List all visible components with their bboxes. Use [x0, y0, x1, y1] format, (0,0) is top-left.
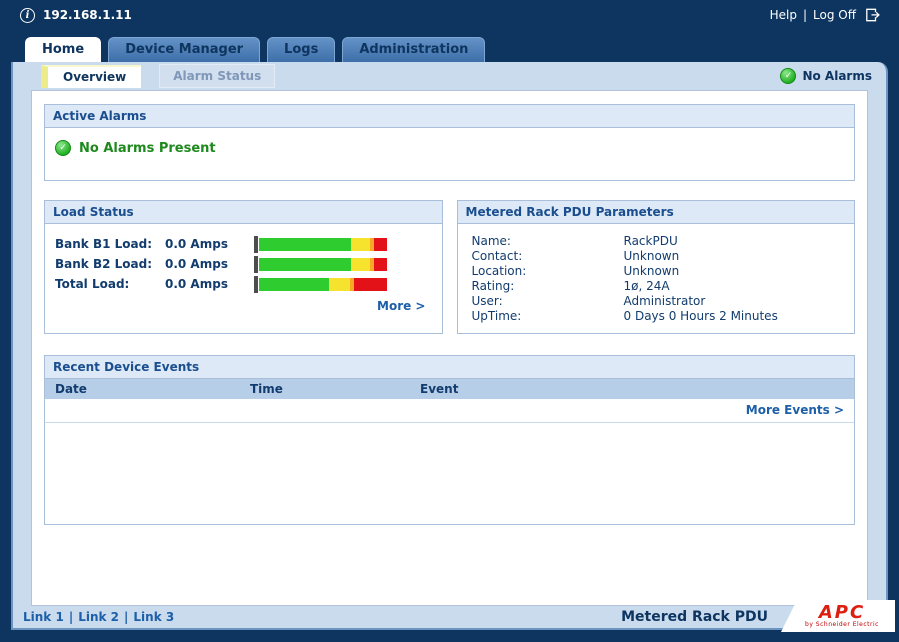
load-row-bank-b2: Bank B2 Load: 0.0 Amps	[55, 254, 432, 274]
footer-bar: Link 1 | Link 2 | Link 3 Metered Rack PD…	[13, 606, 886, 628]
param-label: Location:	[472, 264, 624, 278]
load-bar-segment	[259, 238, 351, 251]
param-row-uptime: UpTime: 0 Days 0 Hours 2 Minutes	[472, 308, 841, 323]
tab-administration[interactable]: Administration	[342, 37, 485, 62]
no-alarms-message: No Alarms Present	[79, 141, 216, 156]
load-status-title: Load Status	[45, 201, 442, 224]
load-status-more-link[interactable]: More >	[377, 299, 425, 313]
column-header-time: Time	[250, 382, 420, 396]
check-icon: ✓	[55, 140, 71, 156]
apc-logo: APC by Schneider Electric	[781, 600, 895, 632]
load-marker	[254, 256, 258, 273]
apc-wordmark: APC	[819, 605, 865, 621]
active-alarms-panel: Active Alarms ✓ No Alarms Present	[44, 104, 855, 181]
load-bar	[259, 238, 387, 251]
help-link[interactable]: Help	[770, 8, 797, 22]
recent-events-panel: Recent Device Events Date Time Event Mor…	[44, 355, 855, 525]
load-bar-segment	[259, 278, 329, 291]
load-label: Bank B2 Load:	[55, 257, 165, 271]
recent-events-title: Recent Device Events	[45, 356, 854, 379]
footer-separator: |	[124, 610, 128, 624]
more-events-link[interactable]: More Events >	[746, 403, 844, 417]
pdu-web-ui: { "topbar": { "ip": "192.168.1.11", "hel…	[0, 0, 899, 642]
param-value: 1ø, 24A	[624, 279, 670, 293]
logoff-icon[interactable]	[865, 8, 881, 22]
top-bar: i 192.168.1.11 Help | Log Off	[0, 0, 899, 30]
column-header-date: Date	[45, 382, 250, 396]
parameters-title: Metered Rack PDU Parameters	[458, 201, 855, 224]
param-value: Administrator	[624, 294, 706, 308]
alarm-status-indicator: ✓ No Alarms	[780, 68, 872, 84]
footer-link-2[interactable]: Link 2	[78, 610, 119, 624]
column-header-event: Event	[420, 382, 854, 396]
tab-home[interactable]: Home	[25, 37, 101, 62]
param-label: Rating:	[472, 279, 624, 293]
param-value: Unknown	[624, 264, 680, 278]
load-bar-segment	[351, 238, 370, 251]
load-label: Bank B1 Load:	[55, 237, 165, 251]
tab-device-manager[interactable]: Device Manager	[108, 37, 260, 62]
tab-logs[interactable]: Logs	[267, 37, 335, 62]
subtab-overview[interactable]: Overview	[41, 65, 141, 88]
load-status-panel: Load Status Bank B1 Load: 0.0 Amps Bank …	[44, 200, 443, 334]
footer-links: Link 1 | Link 2 | Link 3	[23, 610, 174, 624]
footer-separator: |	[69, 610, 73, 624]
load-bar-segment	[351, 258, 370, 271]
main-panel: Active Alarms ✓ No Alarms Present Load S…	[31, 90, 868, 606]
param-row-user: User: Administrator	[472, 293, 841, 308]
param-label: User:	[472, 294, 624, 308]
active-alarms-title: Active Alarms	[45, 105, 854, 128]
load-row-total: Total Load: 0.0 Amps	[55, 274, 432, 294]
param-label: Contact:	[472, 249, 624, 263]
sub-tab-bar: Overview Alarm Status ✓ No Alarms	[13, 62, 886, 90]
main-tab-bar: Home Device Manager Logs Administration	[0, 30, 899, 62]
events-table-header: Date Time Event	[45, 379, 854, 399]
param-row-contact: Contact: Unknown	[472, 248, 841, 263]
load-value: 0.0 Amps	[165, 257, 253, 271]
load-row-bank-b1: Bank B1 Load: 0.0 Amps	[55, 234, 432, 254]
load-label: Total Load:	[55, 277, 165, 291]
content-area: Overview Alarm Status ✓ No Alarms Active…	[11, 62, 888, 630]
subtab-alarm-status[interactable]: Alarm Status	[159, 64, 275, 88]
param-value: 0 Days 0 Hours 2 Minutes	[624, 309, 778, 323]
load-bar	[259, 258, 387, 271]
logoff-link[interactable]: Log Off	[813, 8, 856, 22]
param-row-location: Location: Unknown	[472, 263, 841, 278]
alarm-status-label: No Alarms	[802, 69, 872, 83]
param-label: Name:	[472, 234, 624, 248]
param-row-rating: Rating: 1ø, 24A	[472, 278, 841, 293]
session-links: Help | Log Off	[770, 8, 881, 22]
ip-address: 192.168.1.11	[43, 8, 132, 22]
device-model-label: Metered Rack PDU	[621, 609, 768, 625]
device-ip: i 192.168.1.11	[20, 8, 132, 23]
param-row-name: Name: RackPDU	[472, 233, 841, 248]
footer-link-1[interactable]: Link 1	[23, 610, 64, 624]
load-bar-segment	[354, 278, 387, 291]
active-alarms-body: ✓ No Alarms Present	[45, 128, 854, 180]
load-bar	[259, 278, 387, 291]
load-bar-segment	[259, 258, 351, 271]
events-empty-area	[45, 423, 854, 524]
parameters-body: Name: RackPDU Contact: Unknown Location:…	[458, 224, 855, 333]
load-value: 0.0 Amps	[165, 277, 253, 291]
param-value: Unknown	[624, 249, 680, 263]
load-marker	[254, 236, 258, 253]
info-icon: i	[20, 8, 35, 23]
load-bar-segment	[374, 238, 387, 251]
load-bar-segment	[329, 278, 349, 291]
footer-link-3[interactable]: Link 3	[133, 610, 174, 624]
load-status-body: Bank B1 Load: 0.0 Amps Bank B2 Load: 0.0…	[45, 224, 442, 323]
param-label: UpTime:	[472, 309, 624, 323]
parameters-panel: Metered Rack PDU Parameters Name: RackPD…	[457, 200, 856, 334]
param-value: RackPDU	[624, 234, 678, 248]
load-bar-segment	[374, 258, 387, 271]
top-links-separator: |	[803, 8, 807, 22]
check-icon: ✓	[780, 68, 796, 84]
load-marker	[254, 276, 258, 293]
load-value: 0.0 Amps	[165, 237, 253, 251]
apc-tagline: by Schneider Electric	[805, 621, 879, 628]
